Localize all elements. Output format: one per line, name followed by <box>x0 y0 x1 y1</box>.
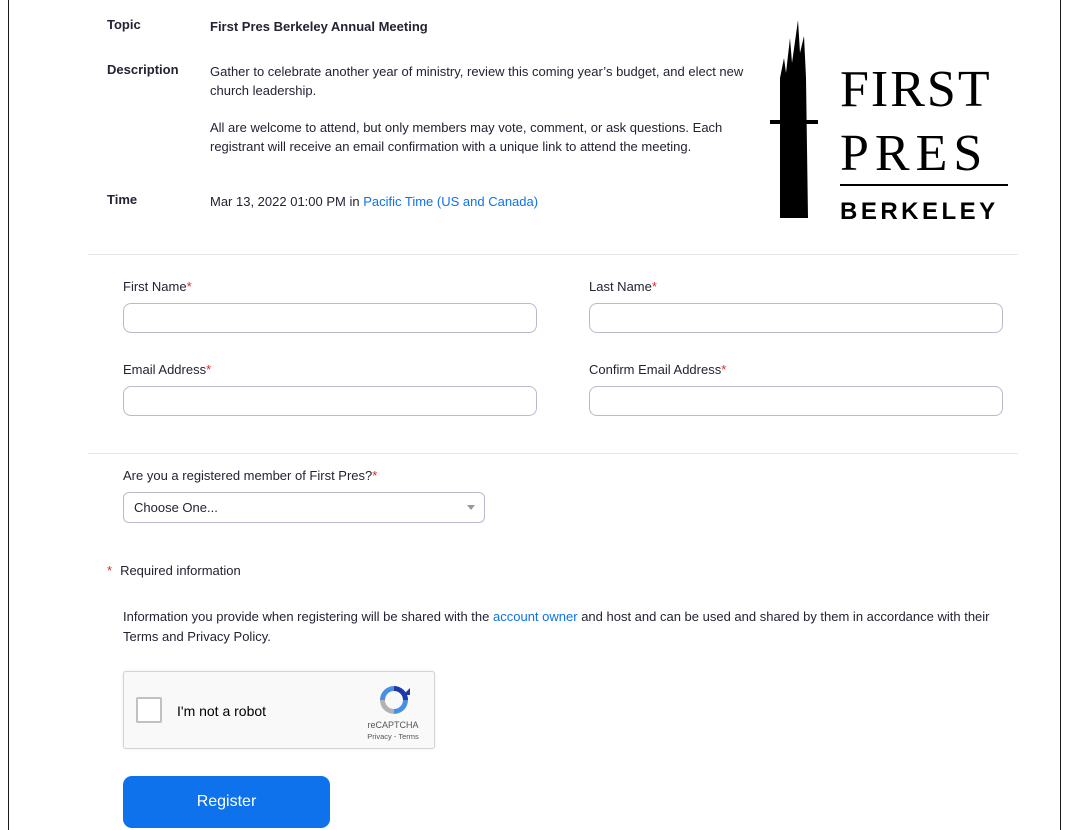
logo-line-pres: PRES <box>840 125 988 182</box>
recaptcha-brand: reCAPTCHA <box>367 720 419 730</box>
required-mark: * <box>721 362 727 377</box>
divider-middle <box>88 453 1018 454</box>
description-value: Gather to celebrate another year of mini… <box>210 62 775 156</box>
email-label: Email Address* <box>123 362 212 377</box>
first-name-label: First Name* <box>123 279 192 294</box>
logo-line-first: FIRST <box>840 61 992 118</box>
time-value: Mar 13, 2022 01:00 PM in Pacific Time (U… <box>210 192 775 211</box>
description-paragraph-1: Gather to celebrate another year of mini… <box>210 64 744 98</box>
first-pres-berkeley-logo: FIRST PRES BERKELEY <box>770 18 1020 225</box>
account-owner-link[interactable]: account owner <box>493 609 578 624</box>
left-frame-border <box>8 0 9 830</box>
member-select[interactable]: Choose One... <box>123 492 485 523</box>
email-input[interactable] <box>123 386 537 416</box>
timezone-link[interactable]: Pacific Time (US and Canada) <box>363 194 538 209</box>
member-select-value: Choose One... <box>134 500 218 515</box>
recaptcha-widget: I'm not a robot reCAPTCHA Privacy - Term… <box>123 671 435 749</box>
logo-line-berkeley: BERKELEY <box>840 198 999 223</box>
required-mark: * <box>186 279 192 294</box>
required-information-text: Required information <box>120 563 241 578</box>
church-spire-cross-logo-icon: FIRST PRES BERKELEY <box>770 20 1008 225</box>
divider-top <box>88 254 1018 255</box>
required-mark: * <box>206 362 212 377</box>
privacy-disclaimer: Information you provide when registering… <box>123 607 1023 647</box>
recaptcha-privacy-terms[interactable]: Privacy - Terms <box>358 732 428 741</box>
first-name-input[interactable] <box>123 303 537 333</box>
recaptcha-label: I'm not a robot <box>177 703 267 719</box>
confirm-email-label: Confirm Email Address* <box>589 362 727 377</box>
required-information-note: * Required information <box>107 563 241 578</box>
required-mark: * <box>107 563 113 578</box>
required-mark: * <box>372 468 378 483</box>
register-button[interactable]: Register <box>123 776 330 828</box>
member-question-label: Are you a registered member of First Pre… <box>123 468 378 483</box>
last-name-label: Last Name* <box>589 279 657 294</box>
required-mark: * <box>651 279 657 294</box>
disclaimer-text-before: Information you provide when registering… <box>123 609 490 624</box>
confirm-email-input[interactable] <box>589 386 1003 416</box>
recaptcha-checkbox[interactable] <box>136 697 162 723</box>
description-label: Description <box>107 62 179 77</box>
time-text: Mar 13, 2022 01:00 PM in <box>210 194 360 209</box>
chevron-down-icon <box>467 505 475 510</box>
time-label: Time <box>107 192 138 207</box>
logo-rule <box>840 184 1008 186</box>
right-frame-border <box>1060 0 1061 830</box>
topic-label: Topic <box>107 17 141 32</box>
description-paragraph-2: All are welcome to attend, but only memb… <box>210 120 723 154</box>
last-name-input[interactable] <box>589 303 1003 333</box>
recaptcha-icon <box>380 686 410 714</box>
topic-value: First Pres Berkeley Annual Meeting <box>210 19 428 34</box>
